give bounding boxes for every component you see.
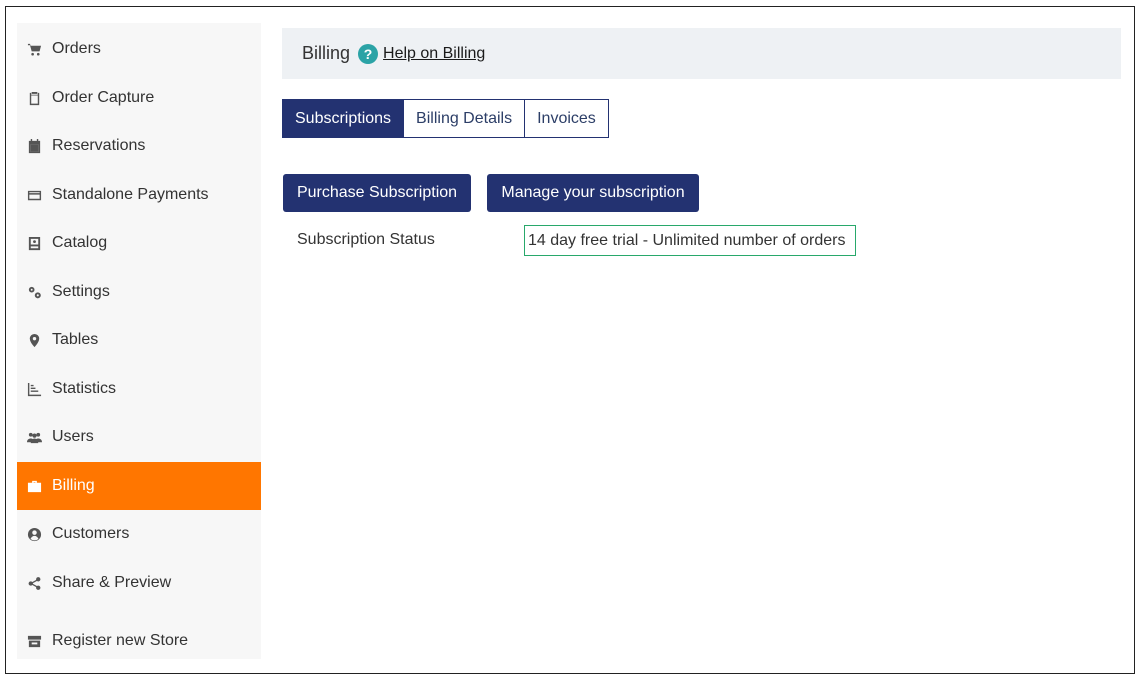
sidebar-item-settings[interactable]: Settings	[17, 268, 261, 316]
help-on-billing-link[interactable]: Help on Billing	[383, 45, 485, 63]
manage-subscription-button[interactable]: Manage your subscription	[487, 174, 699, 212]
sidebar-item-tables[interactable]: Tables	[17, 316, 261, 364]
credit-card-icon	[26, 187, 42, 203]
sidebar-item-label: Catalog	[52, 234, 108, 251]
sidebar-item-billing[interactable]: Billing	[17, 462, 261, 510]
sidebar-item-reservations[interactable]: Reservations	[17, 122, 261, 170]
sidebar-item-statistics[interactable]: Statistics	[17, 365, 261, 413]
calendar-icon	[26, 138, 42, 154]
sidebar-item-register-store[interactable]: Register new Store	[17, 617, 261, 665]
sidebar-item-label: Order Capture	[52, 89, 155, 106]
tab-billing-details[interactable]: Billing Details	[403, 99, 526, 138]
subscription-status-label: Subscription Status	[297, 231, 435, 248]
subscription-status-value: 14 day free trial - Unlimited number of …	[524, 225, 857, 256]
sidebar-item-orders[interactable]: Orders	[17, 25, 261, 73]
page-header: Billing ? Help on Billing	[282, 28, 1121, 79]
sidebar-item-label: Settings	[52, 283, 110, 300]
sidebar-item-standalone-payments[interactable]: Standalone Payments	[17, 171, 261, 219]
tab-invoices[interactable]: Invoices	[524, 99, 609, 138]
sidebar-item-label: Orders	[52, 40, 101, 57]
sidebar-item-label: Statistics	[52, 380, 117, 397]
sidebar-item-label: Billing	[52, 477, 95, 494]
help-icon[interactable]: ?	[358, 43, 379, 64]
sidebar-item-order-capture[interactable]: Order Capture	[17, 74, 261, 122]
sidebar-item-label: Users	[52, 428, 94, 445]
sidebar-item-label: Reservations	[52, 137, 146, 154]
bar-chart-icon	[26, 381, 42, 397]
sidebar-item-label: Standalone Payments	[52, 186, 209, 203]
user-circle-icon	[26, 526, 42, 542]
sidebar-item-label: Customers	[52, 525, 130, 542]
sidebar-item-label: Share & Preview	[52, 574, 172, 591]
purchase-subscription-button[interactable]: Purchase Subscription	[283, 174, 471, 212]
sidebar-item-label: Tables	[52, 331, 99, 348]
sidebar-item-users[interactable]: Users	[17, 413, 261, 461]
gears-icon	[26, 284, 42, 300]
sidebar-item-share-preview[interactable]: Share & Preview	[17, 559, 261, 607]
tab-subscriptions[interactable]: Subscriptions	[282, 99, 405, 138]
users-icon	[26, 429, 42, 445]
sidebar-item-catalog[interactable]: Catalog	[17, 219, 261, 267]
clipboard-icon	[26, 90, 42, 106]
page-title: Billing	[302, 43, 351, 63]
sidebar-item-customers[interactable]: Customers	[17, 510, 261, 558]
share-icon	[26, 575, 42, 591]
map-pin-icon	[26, 332, 42, 348]
billing-tabs: Subscriptions Billing Details Invoices	[282, 99, 609, 138]
sidebar: Orders Order Capture Reservations Standa…	[17, 23, 261, 659]
cart-icon	[26, 41, 42, 57]
catalog-book-icon	[26, 235, 42, 251]
sidebar-item-label: Register new Store	[52, 632, 189, 649]
store-icon	[26, 633, 42, 649]
briefcase-icon	[26, 478, 42, 494]
